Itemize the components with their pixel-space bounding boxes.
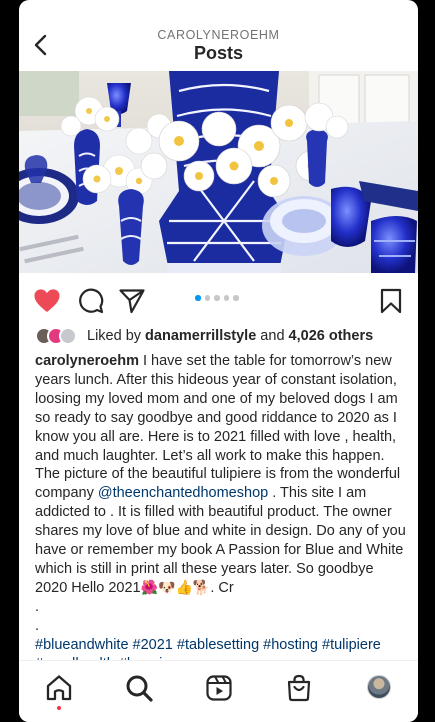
caption-text: . Cr bbox=[210, 579, 234, 596]
carousel-dot bbox=[223, 295, 229, 301]
home-icon[interactable] bbox=[44, 673, 74, 703]
carousel-dot bbox=[195, 295, 201, 301]
carousel-dot bbox=[204, 295, 210, 301]
caption-emojis: 🌺🐶👍🐕 bbox=[140, 579, 211, 596]
post-image[interactable] bbox=[19, 71, 418, 273]
share-icon[interactable] bbox=[118, 287, 146, 315]
post-caption: carolyneroehm I have set the table for t… bbox=[35, 352, 407, 660]
bookmark-icon[interactable] bbox=[377, 287, 405, 315]
page-title: Posts bbox=[193, 43, 244, 63]
likes-prefix: Liked by bbox=[87, 328, 146, 344]
carousel-dot bbox=[214, 295, 220, 301]
header-username: CAROLYNEROEHM bbox=[157, 28, 280, 42]
caption-username[interactable]: carolyneroehm bbox=[35, 353, 139, 369]
reels-icon[interactable] bbox=[204, 673, 234, 703]
profile-avatar[interactable] bbox=[367, 675, 391, 699]
liker-username[interactable]: danamerrillstyle bbox=[145, 328, 256, 344]
likes-summary[interactable]: Liked by danamerrillstyle and 4,026 othe… bbox=[35, 323, 405, 349]
post-screen: CAROLYNEROEHM Posts Liked by danamerrill… bbox=[19, 0, 418, 722]
search-icon[interactable] bbox=[124, 673, 154, 703]
comment-icon[interactable] bbox=[77, 287, 105, 315]
likes-text: Liked by danamerrillstyle and 4,026 othe… bbox=[87, 328, 373, 344]
carousel-dot bbox=[233, 295, 239, 301]
caption-dot: . bbox=[35, 617, 40, 634]
likes-middle: and bbox=[256, 328, 289, 344]
carousel-indicator bbox=[195, 295, 239, 303]
home-notification-dot bbox=[57, 706, 61, 710]
bottom-nav bbox=[19, 660, 418, 722]
caption-mention[interactable]: @theenchantedhomeshop bbox=[98, 485, 268, 501]
likes-count[interactable]: 4,026 others bbox=[289, 328, 374, 344]
liker-avatars bbox=[35, 325, 85, 347]
shop-icon[interactable] bbox=[284, 673, 314, 703]
caption-hashtags[interactable]: #blueandwhite #2021 #tablesetting #hosti… bbox=[35, 636, 407, 660]
heart-icon[interactable] bbox=[33, 287, 61, 315]
caption-text: I have set the table for tomorrow’s new … bbox=[35, 353, 401, 502]
header: CAROLYNEROEHM Posts bbox=[19, 0, 418, 70]
table-setting-photo bbox=[19, 71, 418, 273]
avatar bbox=[59, 327, 77, 345]
post-actions bbox=[19, 280, 418, 320]
caption-dot: . bbox=[35, 598, 40, 615]
